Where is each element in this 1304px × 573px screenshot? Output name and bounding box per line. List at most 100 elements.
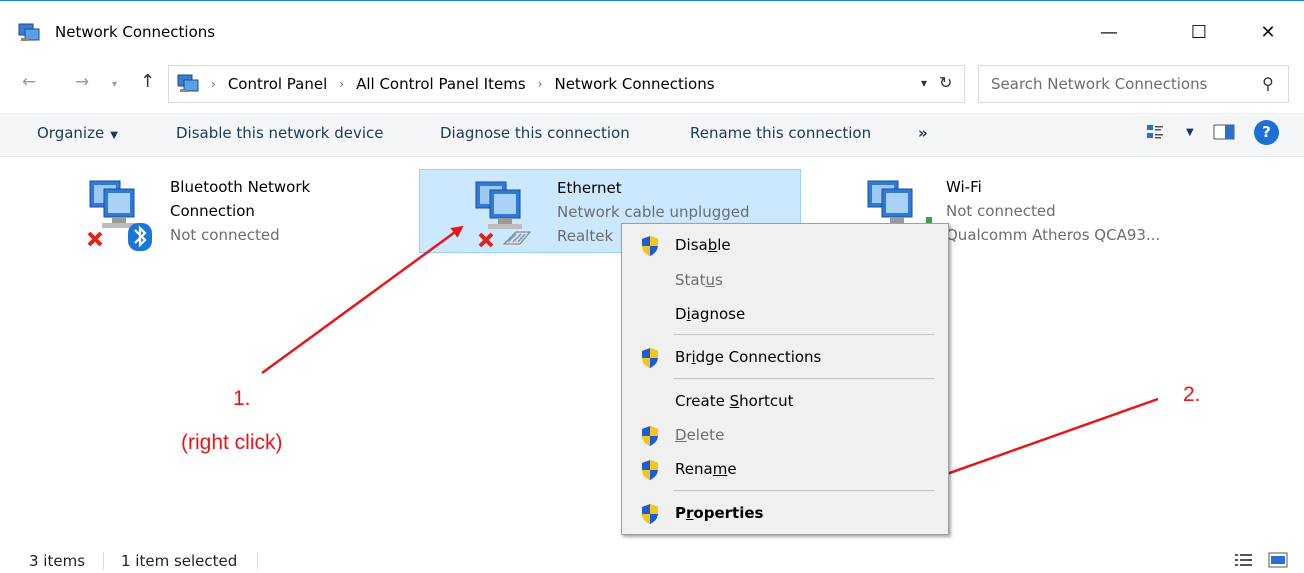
wifi-status: Not connected <box>946 202 1056 220</box>
shortcut-label-pre: Create <box>675 392 730 410</box>
ethernet-name: Ethernet <box>557 179 622 197</box>
status-label-post: s <box>715 271 723 289</box>
ethernet-network-icon <box>475 181 532 248</box>
status-divider <box>103 552 104 570</box>
organize-dropdown-icon: ▼ <box>110 130 118 141</box>
properties-label: Properties <box>675 504 763 522</box>
diagnose-label-post: agnose <box>690 305 746 323</box>
more-commands-button[interactable]: » <box>918 124 928 142</box>
annotation-step-1: 1. <box>233 387 251 410</box>
wifi-name: Wi-Fi <box>946 178 982 196</box>
bluetooth-network-icon <box>87 180 152 251</box>
recent-locations-chevron-icon[interactable]: ▾ <box>112 79 117 90</box>
wifi-device: Qualcomm Atheros QCA93... <box>946 226 1161 244</box>
rename-label-pre: Rena <box>675 460 713 478</box>
tiles-view-icon[interactable] <box>1268 552 1288 568</box>
delete-label: Delete <box>675 426 724 444</box>
organize-label: Organize <box>37 124 105 142</box>
uac-shield-icon <box>642 460 658 480</box>
bluetooth-name-line1: Bluetooth Network <box>170 178 311 196</box>
disable-label-pre: Disa <box>675 236 708 254</box>
disable-label-key: b <box>707 236 718 254</box>
uac-shield-icon <box>642 236 658 256</box>
menu-item-status[interactable]: Status <box>624 264 946 296</box>
breadcrumb: › Control Panel › All Control Panel Item… <box>211 75 715 93</box>
breadcrumb-control-panel[interactable]: Control Panel <box>228 75 327 93</box>
breadcrumb-all-items[interactable]: All Control Panel Items <box>356 75 526 93</box>
properties-label-post: operties <box>693 504 764 522</box>
help-icon[interactable]: ? <box>1254 120 1279 145</box>
annotation-right-click: (right click) <box>181 431 283 454</box>
status-label-pre: Stat <box>675 271 706 289</box>
rename-label-post: e <box>727 460 737 478</box>
selection-count: 1 item selected <box>121 552 238 570</box>
menu-separator <box>673 490 935 491</box>
breadcrumb-separator-icon[interactable]: › <box>538 77 543 91</box>
close-button[interactable]: ✕ <box>1245 11 1291 53</box>
minimize-button[interactable]: — <box>1086 11 1132 53</box>
status-label-key: u <box>705 271 715 289</box>
address-dropdown-icon[interactable]: ▾ <box>921 76 927 90</box>
details-view-icon[interactable] <box>1234 552 1254 568</box>
menu-separator <box>673 334 935 335</box>
refresh-icon[interactable]: ↻ <box>939 73 952 92</box>
search-placeholder[interactable]: Search Network Connections <box>991 75 1207 93</box>
status-divider <box>257 552 258 570</box>
up-arrow-icon[interactable]: ↑ <box>140 71 155 92</box>
organize-button[interactable]: Organize ▼ <box>37 124 118 142</box>
breadcrumb-separator-icon[interactable]: › <box>211 77 216 91</box>
change-view-icon[interactable] <box>1146 123 1164 141</box>
menu-item-diagnose[interactable]: Diagnose <box>624 298 946 330</box>
menu-separator <box>673 378 935 379</box>
rename-label-key: m <box>712 460 728 478</box>
wifi-item-text: Wi-Fi Not connected Qualcomm Atheros QCA… <box>946 175 1160 247</box>
command-bar: Organize ▼ Disable this network device Di… <box>0 113 1304 157</box>
menu-item-bridge[interactable]: Bridge Connections <box>624 341 946 373</box>
menu-item-disable[interactable]: Disable <box>624 229 946 261</box>
diagnose-connection-button[interactable]: Diagnose this connection <box>440 124 630 142</box>
search-icon[interactable]: ⚲ <box>1262 74 1274 93</box>
network-connections-window: Network Connections — ☐ ✕ ← → ▾ ↑ › Cont… <box>0 0 1304 573</box>
disable-label: Disable <box>675 236 731 254</box>
bluetooth-name-line2: Connection <box>170 202 255 220</box>
bluetooth-item-text: Bluetooth Network Connection Not connect… <box>170 175 310 247</box>
back-arrow-icon[interactable]: ← <box>22 72 36 92</box>
bridge-label: Bridge Connections <box>675 348 821 366</box>
search-box[interactable]: Search Network Connections ⚲ <box>978 65 1289 103</box>
rename-label: Rename <box>675 460 737 478</box>
delete-label-key: D <box>675 426 687 444</box>
forward-arrow-icon[interactable]: → <box>75 72 89 92</box>
navigation-bar: ← → ▾ ↑ › Control Panel › All Control Pa… <box>0 63 1304 105</box>
diagnose-label: Diagnose <box>675 305 745 323</box>
network-folder-icon <box>177 74 199 92</box>
menu-item-properties[interactable]: Properties <box>624 497 946 529</box>
view-options-dropdown-icon[interactable]: ▼ <box>1186 127 1194 138</box>
uac-shield-icon <box>642 426 658 446</box>
item-count: 3 items <box>29 552 86 570</box>
uac-shield-icon <box>642 504 658 524</box>
disable-label-post: le <box>717 236 731 254</box>
disable-device-button[interactable]: Disable this network device <box>176 124 384 142</box>
maximize-button[interactable]: ☐ <box>1176 11 1222 53</box>
annotation-step-2: 2. <box>1183 383 1201 406</box>
properties-label-pre: P <box>675 504 686 522</box>
bridge-label-pre: Br <box>675 348 692 366</box>
shortcut-label-post: hortcut <box>739 392 794 410</box>
menu-item-rename[interactable]: Rename <box>624 453 946 485</box>
breadcrumb-network-connections[interactable]: Network Connections <box>554 75 714 93</box>
context-menu: Disable Status Diagnose Bridge Connectio… <box>621 223 949 535</box>
shortcut-label-key: S <box>729 392 740 410</box>
status-bar: 3 items 1 item selected <box>0 546 1304 573</box>
diagnose-label-pre: D <box>675 305 687 323</box>
bridge-label-post: dge Connections <box>695 348 822 366</box>
ethernet-status: Network cable unplugged <box>557 203 750 221</box>
rename-connection-button[interactable]: Rename this connection <box>690 124 871 142</box>
address-bar[interactable]: › Control Panel › All Control Panel Item… <box>168 65 965 103</box>
menu-item-create-shortcut[interactable]: Create Shortcut <box>624 385 946 417</box>
title-bar: Network Connections — ☐ ✕ <box>0 1 1304 61</box>
breadcrumb-separator-icon[interactable]: › <box>339 77 344 91</box>
connection-item-bluetooth[interactable]: Bluetooth Network Connection Not connect… <box>80 169 400 255</box>
menu-item-delete[interactable]: Delete <box>624 419 946 451</box>
preview-pane-icon[interactable] <box>1213 122 1235 142</box>
bluetooth-status: Not connected <box>170 226 280 244</box>
